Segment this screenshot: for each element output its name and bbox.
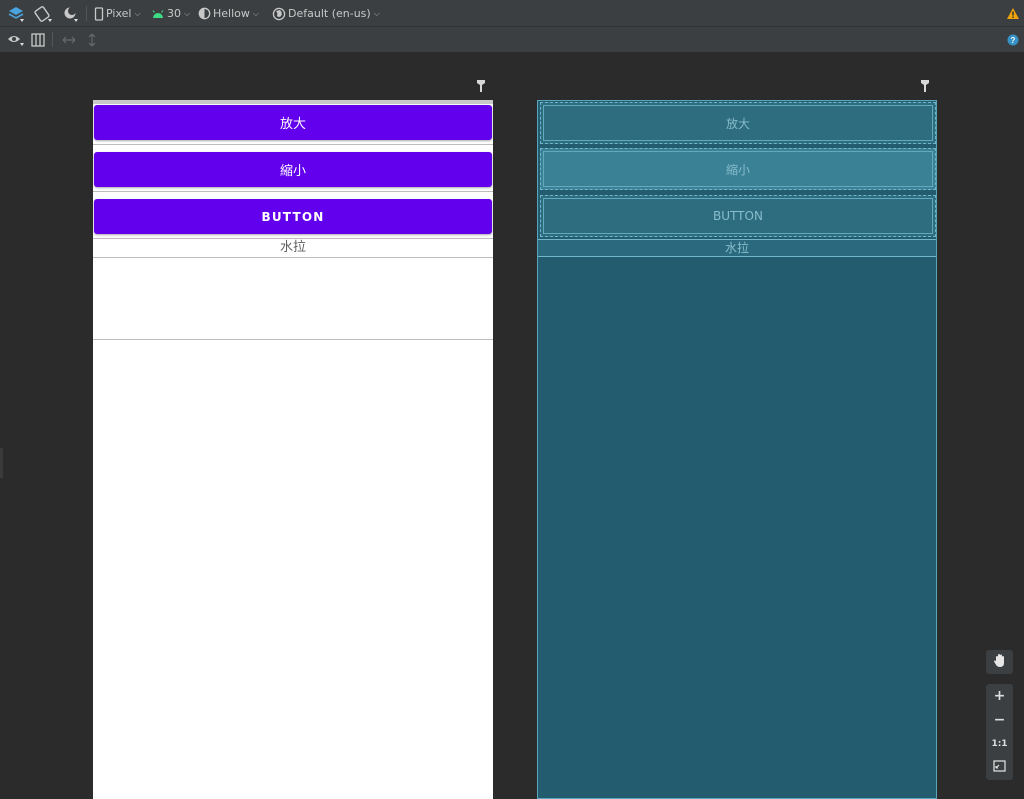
secondary-toolbar: ? <box>0 27 1024 53</box>
vertical-constraint-button[interactable] <box>87 27 97 53</box>
fit-screen-control[interactable] <box>986 756 1013 780</box>
eye-icon <box>7 33 25 47</box>
zoom-box: + − 1:1 <box>986 684 1013 780</box>
toolbar-divider <box>52 32 53 47</box>
actual-size-control[interactable]: 1:1 <box>986 732 1013 756</box>
blueprint-text-view[interactable]: 水拉 <box>538 239 936 257</box>
textview-outline-bottom <box>93 257 493 258</box>
textview-outline-top <box>93 339 493 340</box>
pan-button[interactable] <box>986 650 1013 674</box>
orientation-button[interactable] <box>33 0 53 27</box>
text-view[interactable]: 水拉 <box>93 239 493 257</box>
blueprint-pin-icon[interactable] <box>920 78 930 92</box>
blueprint-preview[interactable]: 放大 縮小 BUTTON 水拉 <box>537 100 937 799</box>
button-outline <box>93 191 493 192</box>
warning-icon <box>1006 7 1020 20</box>
top-toolbar: Pixel ⌵ 30 ⌵ Hellow ⌵ Default (en-us) ⌵ <box>0 0 1024 27</box>
api-level-label: 30 <box>167 7 181 20</box>
button-outline <box>93 144 493 145</box>
locale-label: Default (en-us) <box>288 7 371 20</box>
panel-resize-handle[interactable] <box>0 448 3 478</box>
hand-icon <box>993 653 1007 672</box>
locale-selector[interactable]: Default (en-us) ⌵ <box>272 0 380 27</box>
chevron-down-icon: ⌵ <box>373 8 380 18</box>
warning-button[interactable] <box>1006 0 1020 27</box>
theme-icon <box>198 7 211 20</box>
chevron-down-icon: ⌵ <box>184 8 191 18</box>
help-button[interactable]: ? <box>1007 27 1019 53</box>
view-options-button[interactable] <box>7 27 25 53</box>
design-surface-button[interactable] <box>7 0 25 27</box>
globe-icon <box>272 7 286 21</box>
button-inner-outline <box>543 151 933 187</box>
phone-icon <box>94 6 104 21</box>
status-bar <box>93 100 493 104</box>
horizontal-constraint-button[interactable] <box>62 27 76 53</box>
rotate-icon <box>33 5 53 23</box>
horizontal-arrows-icon <box>62 35 76 45</box>
night-mode-icon <box>62 5 80 23</box>
design-preview[interactable]: 放大 縮小 BUTTON 水拉 <box>93 100 493 799</box>
svg-text:?: ? <box>1011 36 1016 45</box>
button-inner-outline <box>543 105 933 141</box>
toolbar-divider <box>86 6 87 21</box>
blueprint-zoom-out-button[interactable]: 縮小 <box>540 148 936 190</box>
zoom-controls: + − 1:1 <box>986 650 1013 780</box>
chevron-down-icon: ⌵ <box>252 8 259 18</box>
zoom-out-control[interactable]: − <box>986 708 1013 732</box>
night-mode-button[interactable] <box>62 0 80 27</box>
chevron-down-icon: ⌵ <box>134 8 141 18</box>
vertical-arrows-icon <box>87 33 97 47</box>
api-level-selector[interactable]: 30 ⌵ <box>151 0 190 27</box>
theme-selector[interactable]: Hellow ⌵ <box>198 0 259 27</box>
help-icon: ? <box>1007 34 1019 46</box>
blueprint-generic-button[interactable]: BUTTON <box>540 195 936 237</box>
columns-icon <box>31 33 45 47</box>
zoom-in-button[interactable]: 放大 <box>94 105 492 140</box>
split-view-button[interactable] <box>31 27 45 53</box>
android-icon <box>151 8 165 20</box>
fit-screen-icon <box>993 760 1006 776</box>
design-pin-icon[interactable] <box>476 78 486 92</box>
zoom-out-button[interactable]: 縮小 <box>94 152 492 187</box>
generic-button[interactable]: BUTTON <box>94 199 492 234</box>
pan-box <box>986 650 1013 674</box>
device-selector[interactable]: Pixel ⌵ <box>94 0 141 27</box>
zoom-in-control[interactable]: + <box>986 684 1013 708</box>
layers-icon <box>7 5 25 23</box>
button-inner-outline <box>543 198 933 234</box>
theme-label: Hellow <box>213 7 250 20</box>
device-label: Pixel <box>106 7 132 20</box>
blueprint-zoom-in-button[interactable]: 放大 <box>540 102 936 144</box>
